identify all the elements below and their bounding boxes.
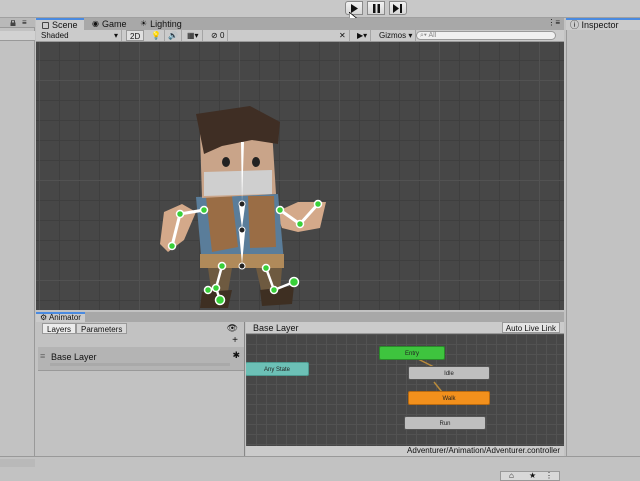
- animator-tab-strip: ⚙ Animator: [36, 312, 564, 322]
- step-icon: [393, 3, 402, 13]
- scene-tab-strip: Scene ◉ Game ☀ Lighting ⋮≡: [36, 18, 564, 30]
- chevron-down-icon: ▾: [113, 31, 118, 40]
- pause-button[interactable]: [367, 1, 385, 15]
- drag-handle-icon[interactable]: ≡: [40, 351, 45, 361]
- tab-game-label: Game: [101, 19, 127, 29]
- tab-inspector-label: Inspector: [581, 20, 619, 30]
- main-toolbar: [0, 0, 640, 24]
- scene-icon: [42, 21, 49, 29]
- tab-layers[interactable]: Layers: [42, 323, 77, 334]
- gizmos-dropdown[interactable]: Gizmos ▾: [376, 30, 417, 41]
- tab-parameters-label: Parameters: [81, 325, 123, 334]
- state-any-state[interactable]: Any State: [246, 362, 309, 376]
- layer-name: Base Layer: [51, 352, 97, 362]
- effects-toggle-icon[interactable]: ▦▾: [184, 30, 203, 41]
- auto-live-link-label: Auto Live Link: [505, 324, 556, 333]
- hidden-objects-toggle[interactable]: ⊘ 0: [208, 30, 229, 41]
- animator-layers-panel: Layers Parameters 👁 + ≡ Base Layer ✱: [36, 322, 245, 456]
- add-layer-button[interactable]: +: [232, 335, 238, 346]
- filter-icon[interactable]: ⋮: [545, 471, 553, 480]
- animator-graph-toolbar: Base Layer Auto Live Link: [246, 322, 564, 334]
- lighting-icon: ☀: [140, 19, 148, 28]
- hidden-count: 0: [219, 31, 225, 40]
- inspector-panel: [566, 30, 640, 480]
- tab-parameters[interactable]: Parameters: [76, 323, 128, 334]
- tab-scene-label: Scene: [52, 20, 78, 30]
- 2d-label: 2D: [130, 32, 141, 41]
- eye-icon[interactable]: 👁: [227, 323, 238, 334]
- tab-game[interactable]: ◉ Game: [86, 18, 133, 30]
- tab-lighting-label: Lighting: [150, 19, 182, 29]
- tab-layers-label: Layers: [47, 325, 72, 334]
- tab-animator[interactable]: ⚙ Animator: [36, 312, 85, 322]
- layer-weight-bar: [50, 363, 230, 366]
- tab-scene[interactable]: Scene: [36, 18, 84, 30]
- tab-animator-label: Animator: [48, 313, 81, 322]
- state-run-label: Run: [439, 421, 451, 427]
- state-run[interactable]: Run: [404, 416, 486, 430]
- animator-icon: ⚙: [40, 313, 48, 322]
- tab-menu-icon[interactable]: ⋮≡: [547, 18, 560, 27]
- search-placeholder: All: [428, 32, 437, 39]
- game-icon: ◉: [92, 19, 99, 28]
- gizmos-label: Gizmos: [379, 31, 407, 40]
- stub-search[interactable]: [0, 31, 35, 41]
- scene-viewport[interactable]: [36, 42, 564, 310]
- eye-icon: ⊘: [211, 31, 218, 40]
- state-entry[interactable]: Entry: [379, 346, 445, 360]
- search-icon: ⌕▾: [420, 32, 427, 39]
- state-idle-label: Idle: [444, 371, 454, 377]
- pause-icon: [372, 3, 380, 13]
- character-sprite[interactable]: [36, 42, 564, 310]
- star-icon[interactable]: ★: [529, 471, 536, 480]
- scene-search-input[interactable]: ⌕▾ All: [416, 31, 556, 40]
- camera-icon[interactable]: ▶▾: [354, 30, 372, 41]
- tag-icon[interactable]: ⌂: [509, 471, 514, 480]
- menu-icon[interactable]: ≡: [22, 18, 27, 27]
- layer-item[interactable]: ≡ Base Layer ✱: [38, 347, 244, 371]
- audio-toggle-icon[interactable]: 🔊: [165, 30, 182, 41]
- state-walk[interactable]: Walk: [408, 391, 490, 405]
- lighting-toggle-icon[interactable]: 💡: [148, 30, 165, 41]
- hierarchy-panel-collapsed: ≡: [0, 18, 35, 480]
- breadcrumb[interactable]: Base Layer: [250, 322, 302, 334]
- step-button[interactable]: [389, 1, 407, 15]
- info-icon: ⓘ: [570, 20, 580, 30]
- animator-state-graph[interactable]: Entry Any State Idle Walk Run: [246, 334, 564, 446]
- shading-mode-label: Shaded: [41, 31, 69, 40]
- state-walk-label: Walk: [442, 396, 456, 402]
- tab-inspector[interactable]: ⓘ Inspector: [566, 18, 640, 30]
- 2d-toggle[interactable]: 2D: [126, 30, 145, 41]
- shading-mode-dropdown[interactable]: Shaded ▾: [38, 30, 122, 41]
- chevron-down-icon: ▾: [408, 31, 413, 40]
- state-entry-label: Entry: [404, 351, 419, 357]
- bottom-panel: ⌂ ★ ⋮: [0, 456, 640, 481]
- controller-path: Adventurer/Animation/Adventurer.controll…: [407, 446, 560, 455]
- tools-icon[interactable]: ✕: [336, 30, 350, 41]
- bottom-left-bar: [0, 459, 35, 467]
- stub-header: ≡: [0, 18, 35, 28]
- auto-live-link-button[interactable]: Auto Live Link: [501, 322, 560, 333]
- state-idle[interactable]: Idle: [408, 366, 490, 380]
- state-any-state-label: Any State: [263, 367, 290, 373]
- scene-toolbar: Shaded ▾ 2D 💡 🔊 ▦▾ ⊘ 0 ✕ ▶▾ Gizmos ▾ ⌕▾ …: [36, 30, 564, 42]
- gear-icon[interactable]: ✱: [232, 350, 240, 361]
- breadcrumb-label: Base Layer: [253, 323, 299, 333]
- tab-lighting[interactable]: ☀ Lighting: [134, 18, 188, 30]
- lock-icon[interactable]: [10, 20, 16, 26]
- animator-footer: Adventurer/Animation/Adventurer.controll…: [246, 446, 564, 456]
